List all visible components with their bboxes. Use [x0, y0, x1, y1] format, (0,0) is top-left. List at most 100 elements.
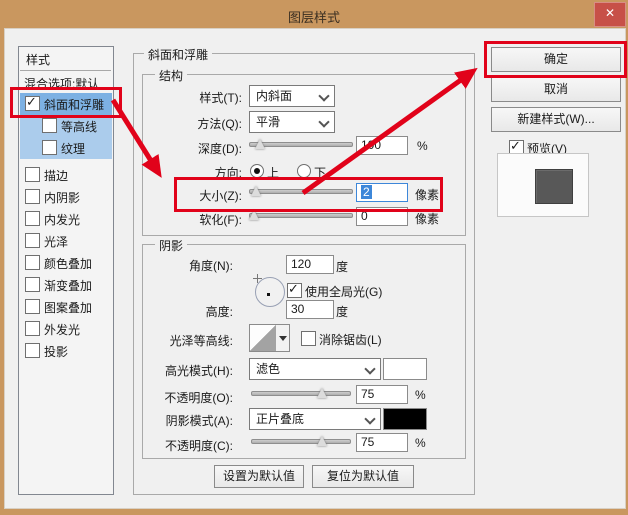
soften-slider[interactable] — [249, 208, 353, 224]
cursor-crosshair-icon — [253, 274, 262, 283]
shadow-opacity-input[interactable]: 75 — [356, 433, 408, 452]
gloss-contour-thumbnail[interactable] — [249, 324, 277, 352]
antialias-checkbox[interactable] — [301, 331, 316, 346]
sidebar-item-label: 等高线 — [61, 118, 97, 135]
sidebar-item-label: 投影 — [44, 343, 68, 360]
depth-input[interactable]: 100 — [356, 136, 408, 155]
sidebar-item-contour[interactable]: 等高线 — [20, 115, 112, 137]
satin-checkbox[interactable] — [25, 233, 40, 248]
size-slider[interactable] — [249, 184, 353, 200]
angle-unit: 度 — [336, 258, 348, 275]
sidebar-item-outer-glow[interactable]: 外发光 — [20, 318, 112, 340]
pattern-overlay-checkbox[interactable] — [25, 299, 40, 314]
shadow-opacity-track[interactable] — [251, 439, 351, 444]
sidebar-item-label: 内阴影 — [44, 189, 80, 206]
shadow-opacity-thumb[interactable] — [317, 436, 327, 446]
shadow-opacity-label: 不透明度(C): — [155, 437, 233, 454]
dialog-body: 样式 混合选项:默认 ✓ 斜面和浮雕 等高线 纹理 描边 内阴影 — [4, 28, 626, 509]
sidebar-item-styles[interactable]: 样式 — [26, 51, 50, 68]
highlight-mode-value: 滤色 — [256, 362, 280, 376]
outer-glow-checkbox[interactable] — [25, 321, 40, 336]
close-button[interactable]: ✕ — [594, 2, 626, 27]
global-light-checkbox[interactable]: ✓ — [287, 283, 302, 298]
sidebar-item-pattern-overlay[interactable]: 图案叠加 — [20, 296, 112, 318]
texture-checkbox[interactable] — [42, 140, 57, 155]
size-unit: 像素 — [415, 186, 439, 203]
highlight-opacity-slider[interactable] — [251, 386, 351, 402]
sidebar-item-label: 描边 — [44, 167, 68, 184]
sidebar-item-blending-options[interactable]: 混合选项:默认 — [24, 75, 99, 92]
depth-slider-thumb[interactable] — [255, 139, 265, 149]
sidebar-item-texture[interactable]: 纹理 — [20, 137, 112, 159]
depth-slider[interactable] — [249, 137, 353, 153]
sidebar-item-drop-shadow[interactable]: 投影 — [20, 340, 112, 362]
altitude-input[interactable]: 30 — [286, 300, 334, 319]
highlight-color-swatch[interactable] — [383, 358, 427, 380]
sidebar-item-color-overlay[interactable]: 颜色叠加 — [20, 252, 112, 274]
title-bar[interactable]: 图层样式 ✕ — [0, 0, 628, 28]
global-light-label: 使用全局光(G) — [305, 283, 382, 300]
style-preview-thumbnail — [535, 169, 573, 204]
highlight-opacity-thumb[interactable] — [317, 388, 327, 398]
gloss-contour-dropdown-arrow[interactable] — [276, 324, 290, 352]
cancel-button[interactable]: 取消 — [491, 77, 621, 102]
altitude-label: 高度: — [165, 303, 233, 320]
structure-group: 结构 样式(T): 内斜面 方法(Q): 平滑 深度(D): 100 % — [142, 74, 466, 236]
angle-input[interactable]: 120 — [286, 255, 334, 274]
sidebar-item-label: 光泽 — [44, 233, 68, 250]
contour-checkbox[interactable] — [42, 118, 57, 133]
shadow-mode-value: 正片叠底 — [256, 412, 304, 426]
bevel-emboss-panel: 斜面和浮雕 结构 样式(T): 内斜面 方法(Q): 平滑 深度(D): — [133, 53, 475, 495]
depth-label: 深度(D): — [168, 140, 242, 157]
sidebar-item-satin[interactable]: 光泽 — [20, 230, 112, 252]
highlight-opacity-input[interactable]: 75 — [356, 385, 408, 404]
shadow-color-swatch[interactable] — [383, 408, 427, 430]
highlight-opacity-track[interactable] — [251, 391, 351, 396]
structure-legend: 结构 — [155, 67, 187, 84]
inner-shadow-checkbox[interactable] — [25, 189, 40, 204]
drop-shadow-checkbox[interactable] — [25, 343, 40, 358]
gradient-overlay-checkbox[interactable] — [25, 277, 40, 292]
style-value: 内斜面 — [256, 89, 292, 103]
reset-default-button[interactable]: 复位为默认值 — [312, 465, 414, 488]
panel-title: 斜面和浮雕 — [144, 46, 212, 63]
technique-label: 方法(Q): — [168, 115, 242, 132]
technique-dropdown[interactable]: 平滑 — [249, 111, 335, 133]
inner-glow-checkbox[interactable] — [25, 211, 40, 226]
style-dropdown[interactable]: 内斜面 — [249, 85, 335, 107]
shadow-opacity-slider[interactable] — [251, 434, 351, 450]
direction-down-radio[interactable] — [297, 164, 311, 178]
soften-input[interactable]: 0 — [356, 207, 408, 226]
sidebar-item-inner-glow[interactable]: 内发光 — [20, 208, 112, 230]
angle-dial-pointer — [267, 293, 270, 296]
stroke-checkbox[interactable] — [25, 167, 40, 182]
sidebar-item-label: 斜面和浮雕 — [44, 96, 104, 113]
sidebar-item-inner-shadow[interactable]: 内阴影 — [20, 186, 112, 208]
soften-slider-thumb[interactable] — [249, 210, 259, 220]
bevel-emboss-checkbox[interactable]: ✓ — [25, 96, 40, 111]
depth-unit: % — [417, 139, 428, 153]
sidebar-item-label: 颜色叠加 — [44, 255, 92, 272]
layer-style-dialog: 图层样式 ✕ 样式 混合选项:默认 ✓ 斜面和浮雕 等高线 纹理 — [0, 0, 628, 515]
sidebar-item-gradient-overlay[interactable]: 渐变叠加 — [20, 274, 112, 296]
highlight-mode-dropdown[interactable]: 滤色 — [249, 358, 381, 380]
size-label: 大小(Z): — [168, 187, 242, 204]
new-style-button[interactable]: 新建样式(W)... — [491, 107, 621, 132]
set-default-button[interactable]: 设置为默认值 — [214, 465, 304, 488]
chevron-down-icon — [318, 116, 329, 127]
soften-slider-track[interactable] — [249, 213, 353, 218]
size-slider-track[interactable] — [249, 189, 353, 194]
sidebar-item-bevel-emboss[interactable]: ✓ 斜面和浮雕 — [20, 93, 112, 115]
ok-button[interactable]: 确定 — [491, 47, 621, 72]
size-slider-thumb[interactable] — [251, 186, 261, 196]
sidebar-item-stroke[interactable]: 描边 — [20, 164, 112, 186]
color-overlay-checkbox[interactable] — [25, 255, 40, 270]
soften-label: 软化(F): — [168, 211, 242, 228]
antialias-label: 消除锯齿(L) — [319, 331, 382, 348]
direction-down-label: 下 — [314, 164, 326, 181]
shadow-mode-dropdown[interactable]: 正片叠底 — [249, 408, 381, 430]
direction-up-radio[interactable] — [250, 164, 264, 178]
size-input[interactable]: 2 — [356, 183, 408, 202]
highlight-mode-label: 高光模式(H): — [155, 362, 233, 379]
dialog-title: 图层样式 — [0, 7, 628, 26]
